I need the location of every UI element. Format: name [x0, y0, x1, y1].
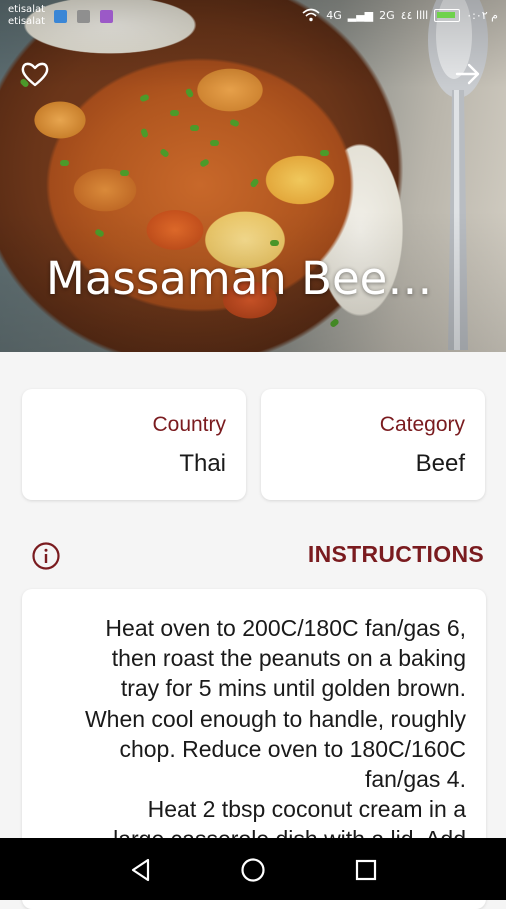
network-type-label: 4G: [326, 8, 342, 22]
carrier-label: etisalat: [8, 16, 46, 27]
recipe-title: Massaman Bee…: [46, 252, 433, 305]
wifi-icon: [302, 8, 320, 22]
triangle-back-icon[interactable]: [127, 856, 155, 884]
carrier-label: etisalat: [8, 4, 46, 15]
category-label: Category: [379, 413, 465, 436]
signal-icon: ▂▄▆: [347, 8, 374, 22]
instructions-text: Heat oven to 200C/180C fan/gas 6, then r…: [84, 615, 466, 852]
square-recents-icon[interactable]: [352, 856, 380, 884]
instructions-title: INSTRUCTIONS: [307, 541, 484, 567]
category-card: Category Beef: [261, 389, 485, 500]
recipe-hero-image: Massaman Bee…: [0, 0, 506, 352]
notification-image-icon: [77, 10, 90, 23]
carrier-names: etisalat etisalat: [8, 4, 45, 28]
country-value: Thai: [179, 450, 226, 477]
info-circle-icon: [32, 542, 60, 570]
country-label: Country: [152, 413, 226, 436]
battery-icon: [434, 8, 461, 22]
heart-outline-icon[interactable]: [19, 58, 51, 90]
network-type-label: 2G: [379, 8, 395, 22]
instructions-header: INSTRUCTIONS: [0, 535, 506, 575]
category-value: Beef: [415, 450, 465, 477]
country-card: Country Thai: [22, 389, 246, 500]
notification-chat-icon: [100, 10, 113, 23]
signal-text: اااا ٤٤: [400, 8, 429, 22]
system-nav-bar: [0, 838, 506, 900]
circle-home-icon[interactable]: [239, 856, 267, 884]
arrow-right-icon[interactable]: [452, 58, 484, 90]
status-bar: etisalat etisalat 4G ▂▄▆ 2G اااا ٤٤ م ٠:…: [0, 0, 506, 34]
notification-app-icon: [54, 10, 67, 23]
clock: م ٠:٠٢: [466, 8, 498, 22]
